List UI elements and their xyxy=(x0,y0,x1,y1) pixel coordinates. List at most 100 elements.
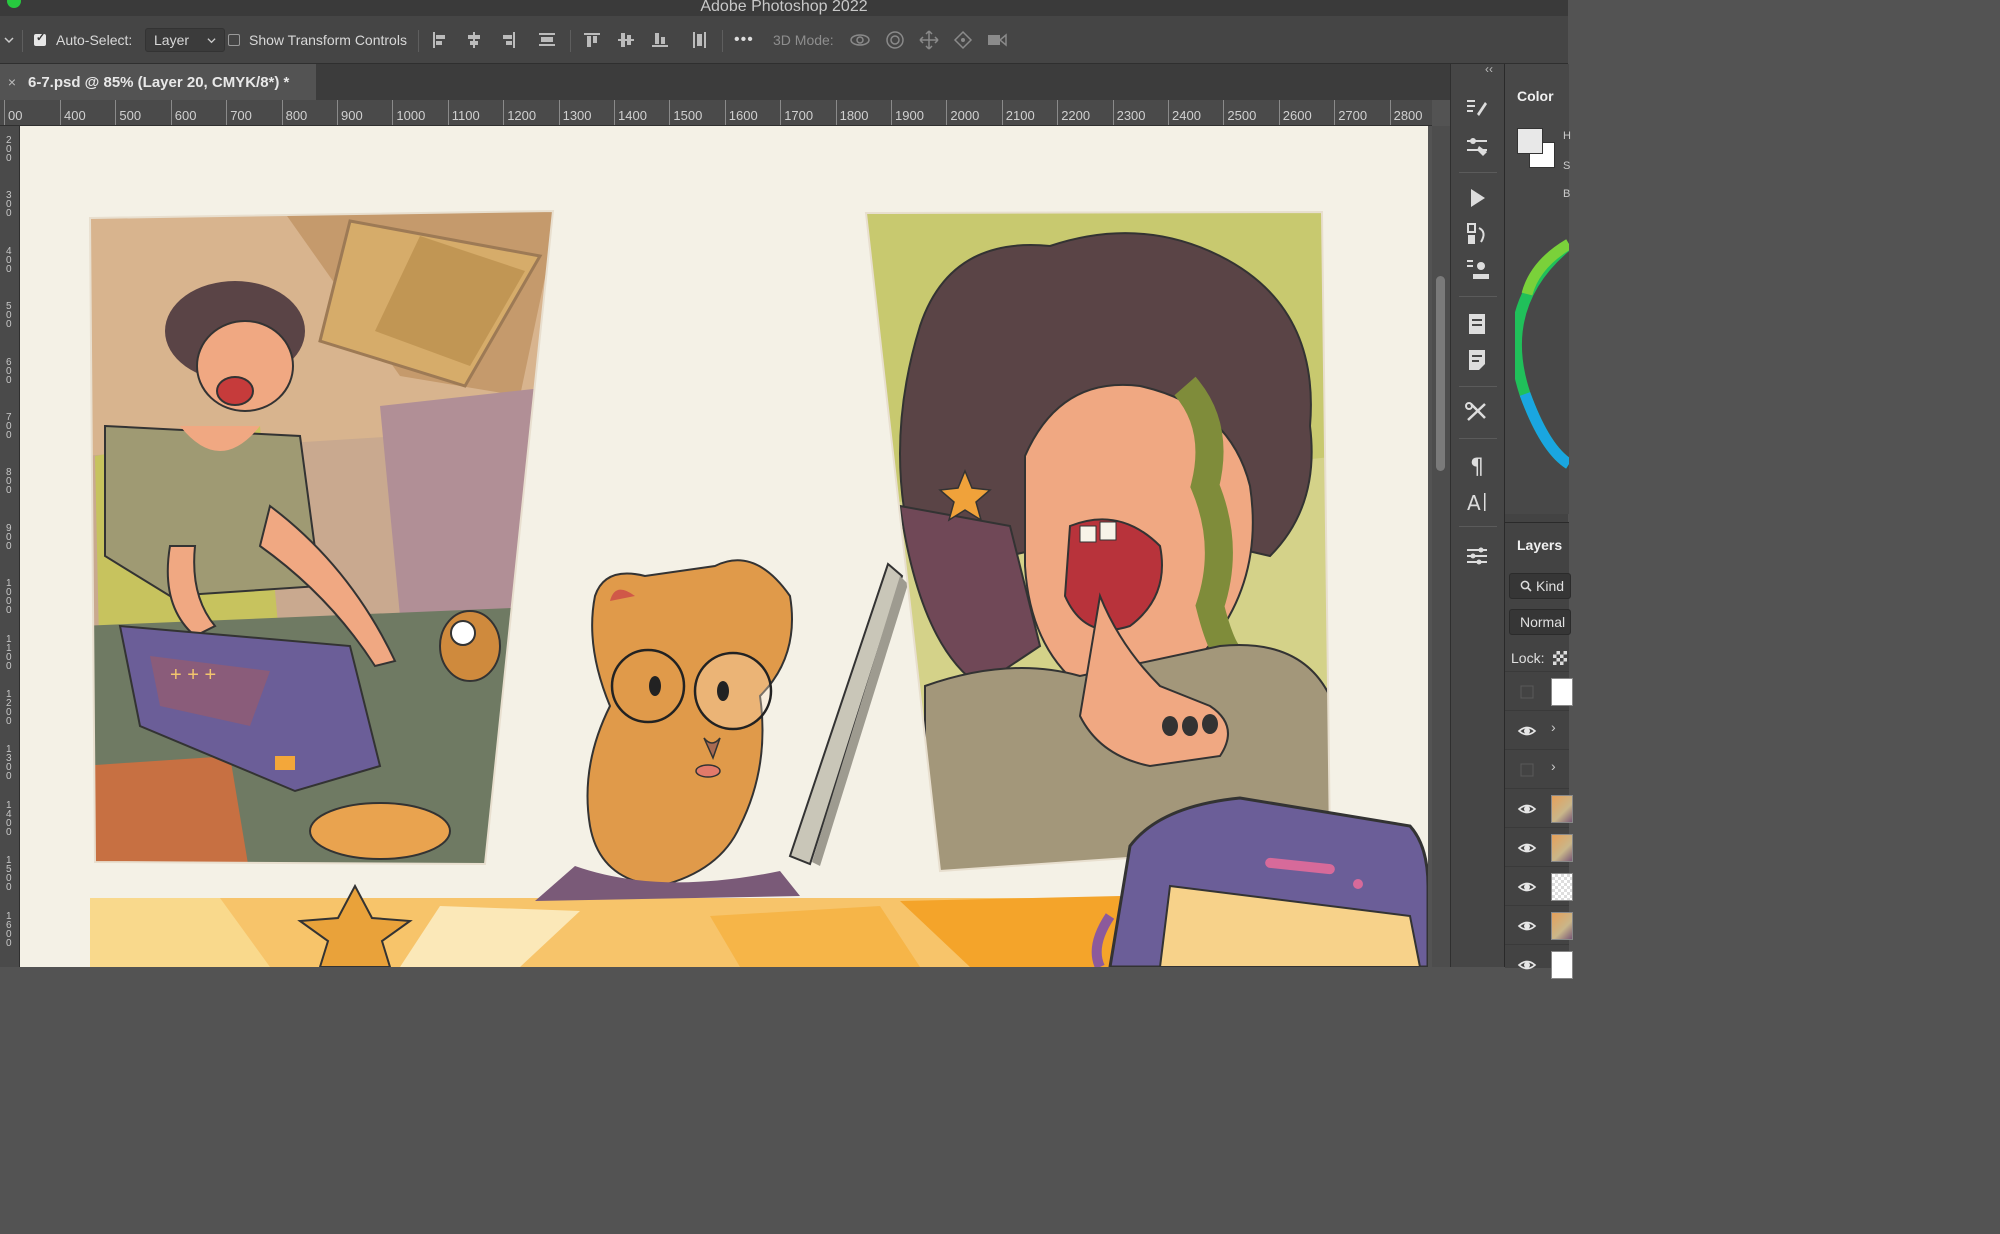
ruler-label: 2300 xyxy=(1116,108,1146,123)
scrollbar-thumb[interactable] xyxy=(1436,276,1445,471)
3d-orbit-icon[interactable] xyxy=(848,28,872,52)
ruler-label: 200 xyxy=(6,135,12,164)
ruler-label: 800 xyxy=(6,467,12,497)
eye-icon[interactable] xyxy=(1517,799,1537,819)
ruler-tick xyxy=(946,100,948,125)
title-bar: Adobe Photoshop 2022 xyxy=(0,0,1568,16)
3d-roll-icon[interactable] xyxy=(883,28,907,52)
3d-slide-icon[interactable] xyxy=(951,28,975,52)
layer-row[interactable] xyxy=(1505,905,1573,946)
ruler-label: 1100 xyxy=(451,108,480,123)
layer-row[interactable] xyxy=(1505,788,1573,829)
chevron-right-icon[interactable]: › xyxy=(1551,719,1556,735)
adjust-sliders-icon[interactable] xyxy=(1463,132,1491,160)
layers-panel-title[interactable]: Layers xyxy=(1517,537,1562,553)
3d-pan-icon[interactable] xyxy=(917,28,941,52)
ruler-tick xyxy=(1001,100,1003,125)
document-tab[interactable]: × 6-7.psd @ 85% (Layer 20, CMYK/8*) * xyxy=(0,64,316,100)
vertical-ruler[interactable]: 200 300 400 500 600 700 800 900 1000 1100 1200 1300… xyxy=(0,126,20,967)
lock-transparent-pixels-icon[interactable] xyxy=(1553,651,1567,665)
play-actions-icon[interactable] xyxy=(1463,184,1491,212)
eye-icon[interactable] xyxy=(1517,721,1537,741)
eye-icon[interactable] xyxy=(1517,877,1537,897)
distribute-vertical-icon[interactable] xyxy=(535,28,559,52)
ruler-label: 1900 xyxy=(895,108,924,123)
ruler-label: 2800 xyxy=(1393,108,1423,123)
layer-row[interactable]: › xyxy=(1505,749,1569,790)
clone-source-icon[interactable] xyxy=(1463,220,1491,248)
align-bottom-icon[interactable] xyxy=(648,28,672,52)
ruler-tick xyxy=(4,100,5,125)
layer-row[interactable] xyxy=(1505,671,1573,712)
ruler-label: 1500 xyxy=(6,855,12,894)
ruler-tick xyxy=(1278,100,1280,125)
ruler-label: 1200 xyxy=(507,108,537,123)
align-top-icon[interactable] xyxy=(580,28,604,52)
horizontal-ruler[interactable]: 00 400 500 600 700 800 900 1000 1100 1200 1300 1400… xyxy=(0,100,1432,126)
layer-thumbnail xyxy=(1551,678,1573,706)
ruler-tick xyxy=(1168,100,1169,125)
ruler-tick xyxy=(337,100,338,125)
layers-panel: Layers Kind Normal Lock: › › xyxy=(1505,522,1573,979)
brush-preset-icon[interactable] xyxy=(1463,94,1491,122)
right-panel-area: Color H S B Layers Kind Normal Lock: › › xyxy=(1504,64,1573,979)
ruler-label: 900 xyxy=(6,522,12,552)
lock-label: Lock: xyxy=(1511,650,1545,666)
tool-preset-picker[interactable] xyxy=(4,16,14,64)
window-close-control[interactable] xyxy=(7,0,21,8)
hue-label: H xyxy=(1563,130,1571,142)
tool-presets-icon[interactable] xyxy=(1463,398,1491,426)
auto-select-target-dropdown[interactable]: Layer xyxy=(145,28,226,52)
align-horizontal-center-icon[interactable] xyxy=(462,28,486,52)
collapse-panels-icon[interactable]: ‹‹ xyxy=(1485,62,1493,76)
layer-row[interactable] xyxy=(1505,827,1573,868)
layer-row[interactable] xyxy=(1505,866,1573,907)
visibility-toggle[interactable] xyxy=(1517,760,1537,780)
blend-mode-dropdown[interactable]: Normal xyxy=(1509,609,1571,635)
ruler-tick xyxy=(115,100,117,125)
eye-icon[interactable] xyxy=(1517,916,1537,936)
ruler-label: 1300 xyxy=(6,744,12,783)
ruler-tick xyxy=(447,100,449,125)
properties-icon[interactable] xyxy=(1463,542,1491,570)
ruler-tick xyxy=(226,100,228,125)
auto-select-checkbox[interactable] xyxy=(34,31,46,46)
show-transform-controls-checkbox[interactable] xyxy=(228,34,240,46)
close-icon[interactable]: × xyxy=(0,74,24,90)
chevron-down-icon xyxy=(4,37,14,44)
ruler-label: 1000 xyxy=(6,578,12,617)
eye-icon[interactable] xyxy=(1517,838,1537,858)
color-panel: Color H S B xyxy=(1505,64,1571,514)
svg-text:+ + +: + + + xyxy=(170,664,216,686)
color-wheel[interactable] xyxy=(1515,234,1569,474)
layer-row[interactable]: › xyxy=(1505,710,1569,751)
align-right-icon[interactable] xyxy=(496,28,520,52)
stamp-icon[interactable] xyxy=(1463,256,1491,284)
paragraph-icon[interactable]: ¶ xyxy=(1463,452,1491,480)
distribute-horizontal-icon[interactable] xyxy=(688,28,712,52)
notes-panel-icon[interactable] xyxy=(1463,310,1491,338)
document-canvas[interactable]: + + + xyxy=(20,126,1428,967)
ruler-label: 1500 xyxy=(673,108,703,123)
ruler-label: 2200 xyxy=(1061,108,1091,123)
saturation-label: S xyxy=(1563,160,1571,172)
eye-icon[interactable] xyxy=(1517,955,1537,975)
ruler-tick xyxy=(1223,100,1225,125)
vertical-scrollbar[interactable] xyxy=(1432,126,1450,967)
character-icon[interactable]: A xyxy=(1463,488,1491,516)
layer-filter-kind[interactable]: Kind xyxy=(1509,573,1571,599)
color-panel-title[interactable]: Color xyxy=(1517,88,1554,104)
align-vertical-center-icon[interactable] xyxy=(614,28,638,52)
more-options-button[interactable]: ••• xyxy=(734,16,754,64)
paragraph-styles-icon[interactable] xyxy=(1463,346,1491,374)
3d-camera-icon[interactable] xyxy=(985,28,1009,52)
ruler-tick xyxy=(1112,100,1114,125)
ruler-label: 1200 xyxy=(6,689,12,727)
ruler-label: 400 xyxy=(6,245,12,275)
layer-row[interactable] xyxy=(1505,944,1573,985)
chevron-right-icon[interactable]: › xyxy=(1551,758,1556,774)
visibility-toggle[interactable] xyxy=(1517,682,1537,702)
align-left-icon[interactable] xyxy=(428,28,452,52)
layer-thumbnail xyxy=(1551,912,1573,940)
ruler-tick xyxy=(1057,100,1059,125)
